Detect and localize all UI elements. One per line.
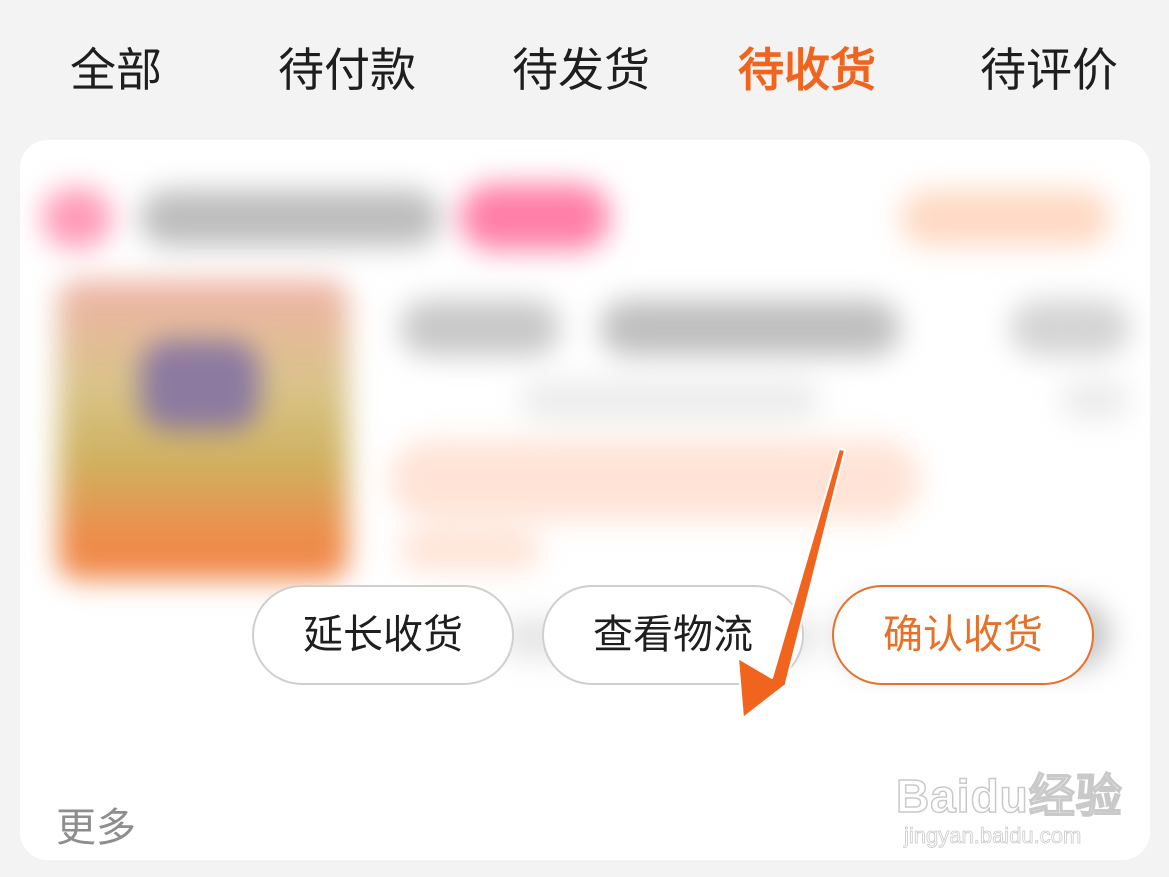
order-action-bar: 更多: [20, 693, 1150, 860]
product-image: [58, 280, 348, 580]
tab-all[interactable]: 全部: [70, 38, 162, 102]
product-price: [1010, 300, 1130, 356]
more-link[interactable]: 更多: [56, 803, 136, 853]
order-list-page: 全部 待付款 待发货 待收货 待评价 更多 延长收货 查看物流 确认收货 Bai…: [0, 0, 1169, 877]
product-spec: [520, 380, 820, 420]
shop-name: [140, 190, 440, 246]
product-image-detail: [140, 340, 260, 430]
product-title-2: [600, 300, 900, 356]
shop-badge: [460, 184, 610, 250]
confirm-receipt-button[interactable]: 确认收货: [832, 585, 1094, 685]
promo-tag-2: [400, 530, 540, 570]
promo-tag: [390, 440, 920, 520]
order-status-text: [900, 190, 1110, 246]
tab-pending-shipment[interactable]: 待发货: [512, 38, 650, 102]
product-qty: [1060, 380, 1130, 420]
product-title: [400, 300, 560, 356]
shop-logo: [42, 188, 112, 248]
view-logistics-button[interactable]: 查看物流: [542, 585, 804, 685]
order-card: 更多: [20, 140, 1150, 860]
tab-pending-payment[interactable]: 待付款: [278, 38, 416, 102]
order-status-tabs: 全部 待付款 待发货 待收货 待评价: [0, 0, 1169, 140]
tab-pending-review[interactable]: 待评价: [980, 38, 1118, 102]
tab-pending-receipt[interactable]: 待收货: [738, 38, 876, 102]
extend-receipt-button[interactable]: 延长收货: [252, 585, 514, 685]
